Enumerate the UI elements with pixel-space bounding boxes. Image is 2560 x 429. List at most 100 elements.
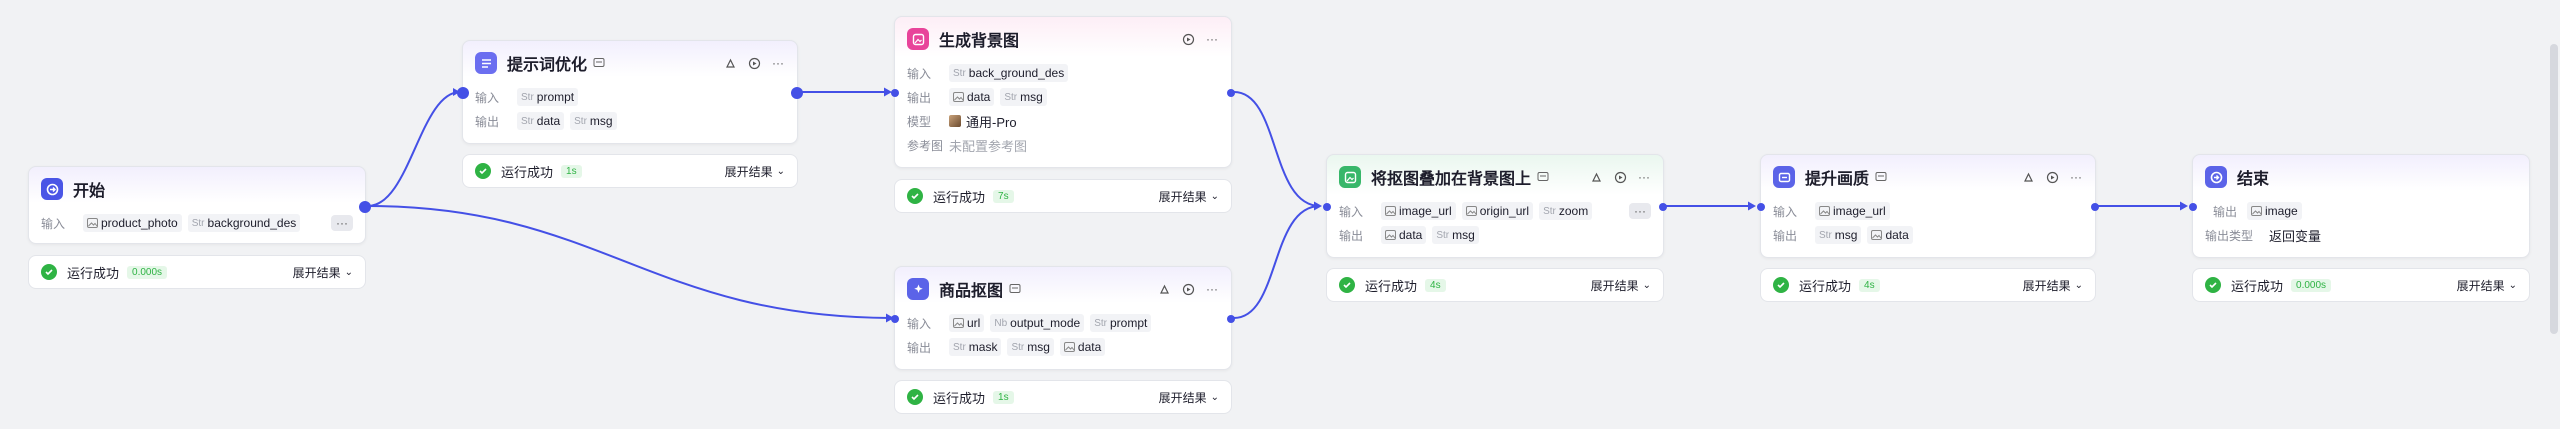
chevron-down-icon: ⌄ xyxy=(1210,190,1219,202)
var-tag: Str msg xyxy=(1007,338,1054,356)
input-port[interactable] xyxy=(2189,203,2197,211)
var-tag: image xyxy=(2247,202,2302,220)
output-row: 输出 Str msg data xyxy=(1761,223,2095,247)
arrow-overlay xyxy=(1314,201,1322,211)
chevron-down-icon: ⌄ xyxy=(776,165,785,177)
more-icon[interactable]: ··· xyxy=(1205,282,1219,296)
image-type-icon xyxy=(1385,206,1396,216)
enhance-icon xyxy=(1773,166,1795,188)
output-type-value: 返回变量 xyxy=(2269,228,2322,244)
status-product-cutout: 运行成功 1s 展开结果 ⌄ xyxy=(894,380,1232,414)
expand-result-button[interactable]: 展开结果 ⌄ xyxy=(1159,188,1219,205)
overlay-icon xyxy=(1339,166,1361,188)
status-overlay: 运行成功 4s 展开结果 ⌄ xyxy=(1326,268,1664,302)
status-prompt-optimize: 运行成功 1s 展开结果 ⌄ xyxy=(462,154,798,188)
var-tag: data xyxy=(1059,338,1106,356)
run-icon[interactable] xyxy=(747,56,761,70)
output-port[interactable] xyxy=(1227,315,1235,323)
debug-icon[interactable] xyxy=(1589,170,1603,184)
output-type-row: 输出类型 返回变量 xyxy=(2193,223,2529,247)
input-port[interactable] xyxy=(457,87,469,99)
time-badge: 4s xyxy=(1859,278,1880,292)
var-tag: data xyxy=(949,88,995,106)
more-vars-button[interactable]: ··· xyxy=(331,215,353,231)
output-port[interactable] xyxy=(2091,203,2099,211)
node-generate-background[interactable]: 生成背景图 ··· 输入 Str back_ground_des 输出 data … xyxy=(891,16,1235,168)
edge-cutout-overlay xyxy=(1233,205,1321,319)
var-tag: Nb output_mode xyxy=(990,314,1085,332)
run-icon[interactable] xyxy=(1613,170,1627,184)
output-row: 输出 data Str msg xyxy=(1327,223,1663,247)
edge-start-prompt xyxy=(367,91,461,207)
debug-icon[interactable] xyxy=(723,56,737,70)
input-row: 输入 Str back_ground_des xyxy=(895,61,1231,85)
run-icon[interactable] xyxy=(1181,32,1195,46)
expand-result-button[interactable]: 展开结果 ⌄ xyxy=(293,264,353,281)
node-product-cutout[interactable]: 商品抠图 ··· 输入 url Nb output_mode Str prompt … xyxy=(891,266,1235,370)
status-start: 运行成功 0.000s 展开结果 ⌄ xyxy=(28,255,366,289)
expand-result-button[interactable]: 展开结果 ⌄ xyxy=(725,163,785,180)
debug-icon[interactable] xyxy=(1157,282,1171,296)
image-type-icon xyxy=(1871,230,1883,240)
var-tag: Str data xyxy=(517,112,565,130)
output-port[interactable] xyxy=(1227,89,1235,97)
input-row: 输入 product_photo Str background_des ··· xyxy=(29,211,365,235)
input-port[interactable] xyxy=(891,315,899,323)
check-circle-icon xyxy=(1339,277,1355,293)
output-row: 输出 Str data Str msg xyxy=(463,109,797,133)
expand-result-button[interactable]: 展开结果 ⌄ xyxy=(2457,277,2517,294)
model-row: 模型 通用-Pro xyxy=(895,109,1231,133)
node-start[interactable]: 开始 输入 product_photo Str background_des ··… xyxy=(28,166,371,244)
input-port[interactable] xyxy=(891,89,899,97)
end-icon xyxy=(2205,166,2227,188)
info-icon xyxy=(1537,172,1549,181)
more-icon[interactable]: ··· xyxy=(1205,32,1219,46)
var-tag: Str prompt xyxy=(517,88,579,106)
time-badge: 0.000s xyxy=(127,265,168,279)
more-icon[interactable]: ··· xyxy=(1637,170,1651,184)
var-tag: Str msg xyxy=(570,112,617,130)
node-prompt-optimize[interactable]: 提示词优化 ··· 输入 Str prompt 输出 Str data Str msg xyxy=(457,40,803,144)
run-icon[interactable] xyxy=(1181,282,1195,296)
chevron-down-icon: ⌄ xyxy=(2074,279,2083,291)
check-circle-icon xyxy=(1773,277,1789,293)
expand-result-button[interactable]: 展开结果 ⌄ xyxy=(2023,277,2083,294)
output-port[interactable] xyxy=(791,87,803,99)
var-tag: Str back_ground_des xyxy=(949,64,1069,82)
var-tag: Str zoom xyxy=(1539,202,1593,220)
debug-icon[interactable] xyxy=(2021,170,2035,184)
output-row: 输出 data Str msg xyxy=(895,85,1231,109)
run-icon[interactable] xyxy=(2045,170,2059,184)
output-row: 输出 Str mask Str msg data xyxy=(895,335,1231,359)
node-enhance-quality[interactable]: 提升画质 ··· 输入 image_url 输出 Str msg data xyxy=(1757,154,2099,258)
time-badge: 4s xyxy=(1425,278,1446,292)
arrow-enhance xyxy=(1748,201,1756,211)
expand-result-button[interactable]: 展开结果 ⌄ xyxy=(1591,277,1651,294)
node-overlay[interactable]: 将抠图叠加在背景图上 ··· 输入 image_url origin_url S… xyxy=(1323,154,1667,258)
check-circle-icon xyxy=(475,163,491,179)
image-type-icon xyxy=(1465,206,1477,216)
var-tag: Str msg xyxy=(1432,226,1479,244)
node-end[interactable]: 结束 输出 image 输出类型 返回变量 xyxy=(2189,154,2530,258)
more-vars-button[interactable]: ··· xyxy=(1629,203,1651,219)
edge-start-cutout xyxy=(367,205,895,319)
output-port[interactable] xyxy=(1659,203,1667,211)
more-icon[interactable]: ··· xyxy=(771,56,785,70)
image-type-icon xyxy=(87,218,98,228)
input-port[interactable] xyxy=(1757,203,1765,211)
image-type-icon xyxy=(953,318,964,328)
image-type-icon xyxy=(1819,206,1830,216)
node-title: 开始 xyxy=(73,183,106,200)
output-port[interactable] xyxy=(359,201,371,213)
edge-genbg-overlay xyxy=(1233,91,1321,207)
vertical-scrollbar[interactable] xyxy=(2550,44,2558,334)
input-row: 输入 Str prompt xyxy=(463,85,797,109)
model-thumbnail-icon xyxy=(949,115,961,127)
var-tag: Str msg xyxy=(1815,226,1862,244)
more-icon[interactable]: ··· xyxy=(2069,170,2083,184)
var-tag: Str prompt xyxy=(1090,314,1152,332)
expand-result-button[interactable]: 展开结果 ⌄ xyxy=(1159,389,1219,406)
image-gen-icon xyxy=(907,28,929,50)
workflow-canvas[interactable]: 开始 输入 product_photo Str background_des ··… xyxy=(0,0,2560,429)
input-port[interactable] xyxy=(1323,203,1331,211)
